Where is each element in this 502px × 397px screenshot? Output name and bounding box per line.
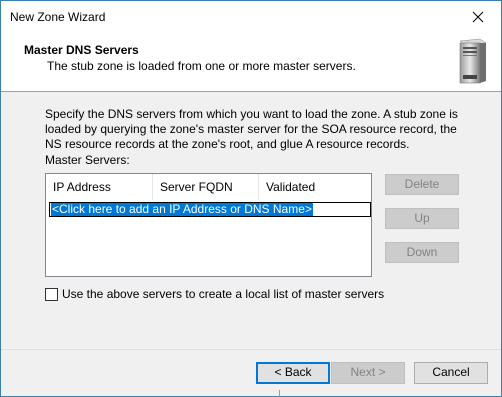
master-servers-label: Master Servers: xyxy=(45,153,130,167)
title-bar: New Zone Wizard xyxy=(1,1,501,33)
next-button[interactable]: Next > xyxy=(331,362,405,384)
master-servers-list[interactable]: IP Address Server FQDN Validated <Click … xyxy=(45,173,372,277)
add-server-prompt[interactable]: <Click here to add an IP Address or DNS … xyxy=(51,203,313,216)
column-header-ip-address[interactable]: IP Address xyxy=(46,174,153,200)
local-list-checkbox-label[interactable]: Use the above servers to create a local … xyxy=(62,287,384,301)
window-title: New Zone Wizard xyxy=(10,10,106,24)
header-title: Master DNS Servers xyxy=(24,43,139,57)
local-list-option[interactable]: Use the above servers to create a local … xyxy=(45,287,384,301)
column-header-validated[interactable]: Validated xyxy=(259,174,369,200)
close-icon xyxy=(472,11,484,23)
close-button[interactable] xyxy=(455,1,501,33)
cancel-button[interactable]: Cancel xyxy=(414,362,488,384)
back-button[interactable]: < Back xyxy=(256,362,330,384)
down-button[interactable]: Down xyxy=(385,242,459,263)
wizard-header: Master DNS Servers The stub zone is load… xyxy=(1,33,501,92)
footer-divider xyxy=(1,349,501,350)
server-icon xyxy=(459,38,487,84)
header-subtitle: The stub zone is loaded from one or more… xyxy=(47,59,356,73)
delete-button[interactable]: Delete xyxy=(385,174,459,195)
column-header-server-fqdn[interactable]: Server FQDN xyxy=(153,174,259,200)
add-server-row[interactable]: <Click here to add an IP Address or DNS … xyxy=(49,202,371,217)
up-button[interactable]: Up xyxy=(385,208,459,229)
description-text: Specify the DNS servers from which you w… xyxy=(45,107,458,151)
resize-tick xyxy=(279,390,280,397)
local-list-checkbox[interactable] xyxy=(45,287,58,301)
wizard-window: New Zone Wizard Master DNS Servers The s… xyxy=(0,0,502,397)
